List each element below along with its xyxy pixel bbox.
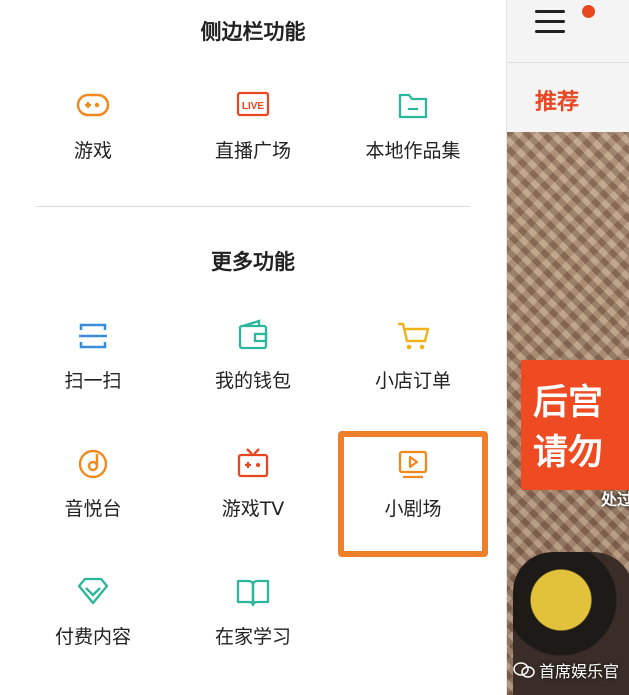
watermark-text: 首席娱乐官: [539, 662, 620, 681]
item-game[interactable]: 游戏: [18, 86, 168, 196]
item-label: 游戏: [73, 140, 112, 162]
top-bar-divider: [507, 62, 629, 63]
item-yinyuetai[interactable]: 音悦台: [18, 444, 168, 554]
folder-icon: [398, 93, 428, 119]
wallet-icon: [238, 319, 268, 350]
cart-icon: [398, 322, 430, 350]
item-label: 在家学习: [214, 626, 291, 648]
item-live-square[interactable]: LIVE 直播广场: [178, 86, 328, 196]
menu-icon: [535, 20, 565, 23]
live-icon: LIVE: [236, 91, 270, 117]
side-drawer: 侧边栏功能 游戏 LIVE 直播广场 本地作品集 更多功能 扫一扫 我的钱包 小…: [0, 0, 506, 695]
item-label: 付费内容: [54, 626, 131, 648]
item-shop-orders[interactable]: 小店订单: [338, 316, 488, 426]
item-wallet[interactable]: 我的钱包: [178, 316, 328, 426]
tv-icon: [237, 448, 269, 478]
watermark: 首席娱乐官: [513, 658, 619, 682]
thumbnail-sub-label: 处过: [601, 490, 629, 509]
item-scan[interactable]: 扫一扫: [18, 316, 168, 426]
section-title-more: 更多功能: [211, 250, 295, 274]
item-label: 小店订单: [374, 370, 451, 392]
banner-line-1: 后宫: [533, 383, 604, 423]
svg-text:LIVE: LIVE: [242, 101, 265, 112]
notification-dot: [581, 4, 596, 19]
banner-line-2: 请勿: [533, 433, 604, 473]
item-label: 音悦台: [64, 498, 122, 520]
item-label: 游戏TV: [221, 498, 285, 520]
item-label: 本地作品集: [365, 140, 461, 162]
section-title-sidebar: 侧边栏功能: [200, 20, 306, 44]
menu-icon: [535, 30, 565, 33]
item-local-works[interactable]: 本地作品集: [338, 86, 488, 196]
background-feed: 推荐 后宫 请勿 处过 首席娱乐官: [506, 0, 629, 695]
tab-recommend[interactable]: 推荐: [535, 84, 579, 116]
menu-icon: [535, 10, 565, 13]
item-label: 直播广场: [214, 140, 291, 162]
scan-icon: [79, 323, 107, 349]
highlight-frame: [338, 431, 488, 557]
section-divider: [36, 206, 470, 207]
menu-button[interactable]: [527, 4, 596, 44]
wechat-icon: [513, 662, 535, 678]
video-thumbnail[interactable]: 后宫 请勿 处过 首席娱乐官: [507, 132, 629, 695]
music-disc-icon: [78, 449, 108, 479]
item-label: 扫一扫: [64, 370, 122, 392]
item-game-tv[interactable]: 游戏TV: [178, 444, 328, 554]
item-study-at-home[interactable]: 在家学习: [178, 572, 328, 682]
gamepad-icon: [76, 93, 110, 117]
item-paid-content[interactable]: 付费内容: [18, 572, 168, 682]
diamond-icon: [77, 577, 109, 605]
item-label: 我的钱包: [214, 370, 291, 392]
thumbnail-banner: 后宫 请勿: [521, 360, 629, 490]
book-icon: [236, 579, 270, 607]
